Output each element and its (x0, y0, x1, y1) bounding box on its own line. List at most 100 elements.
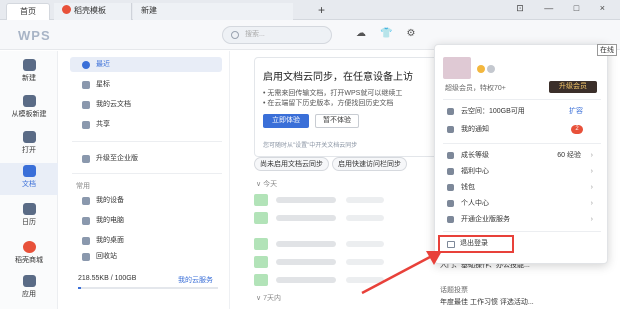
level-badge-icon (487, 65, 495, 73)
chevron-right-icon: › (590, 152, 593, 159)
sidebar-label: 新建 (22, 75, 36, 82)
file-icon (254, 238, 268, 250)
card-line-1: • 无需来回传输文档，打开WPS就可以继续工 (263, 90, 403, 97)
popup-item-label: 个人中心 (461, 200, 489, 207)
nav-item-cloud-docs[interactable]: 我的云文档 (70, 97, 222, 112)
sidebar-item-documents[interactable]: 文档 (0, 163, 58, 195)
storage-bar-fill (78, 287, 81, 289)
chip-sync-disabled[interactable]: 尚未启用文档云同步 (254, 157, 329, 171)
account-popup: 超级会员，特权70+ 升级会员 云空间：100GB可用 扩容 我的通知 2 成长等级… (434, 44, 608, 264)
sidebar-item-store[interactable]: 稻壳商城 (0, 241, 58, 271)
chevron-right-icon: › (590, 200, 593, 207)
store-icon (22, 241, 36, 253)
popup-item-enterprise[interactable]: 开通企业版服务 › (447, 213, 597, 226)
file-icon (254, 212, 268, 224)
folder-icon (22, 131, 36, 143)
sidebar-item-open[interactable]: 打开 (0, 131, 58, 161)
tab-home[interactable]: 首页 (6, 3, 50, 20)
nav-item-desktop[interactable]: 我的桌面 (70, 233, 222, 248)
upgrade-member-button[interactable]: 升级会员 (549, 81, 597, 93)
group-today-label: 今天 (263, 181, 278, 188)
file-meta (346, 215, 384, 221)
sidebar-item-apps[interactable]: 应用 (0, 275, 58, 305)
sync-settings-hint[interactable]: 您可随时从"设置"中开关文档云同步 (263, 140, 357, 149)
cloud-service-link[interactable]: 我的云服务 (178, 275, 213, 285)
nav-item-devices[interactable]: 我的设备 (70, 193, 222, 208)
add-tab-button[interactable]: + (318, 3, 325, 17)
sidebar-label: 应用 (22, 291, 36, 298)
popup-divider (443, 143, 601, 144)
popup-item-wallet[interactable]: 钱包 › (447, 181, 597, 194)
right-col-topic-label: 话题投票 (440, 287, 468, 294)
tab-template-label: 稻壳模板 (74, 6, 106, 15)
file-name (276, 241, 336, 247)
enable-sync-button[interactable]: 立即体验 (263, 114, 309, 128)
template-icon (22, 95, 36, 107)
expand-link[interactable]: 扩容 (569, 105, 583, 118)
search-input[interactable]: 搜索... (222, 26, 332, 44)
toolbar-icons[interactable]: ☁👕⚙ (356, 28, 429, 39)
member-privilege-text[interactable]: 超级会员，特权70+ (445, 83, 506, 93)
calendar-icon (22, 203, 36, 215)
file-name (276, 259, 336, 265)
plus-icon (22, 59, 36, 71)
sidebar-label: 从模板新建 (11, 111, 47, 118)
nav-item-computer[interactable]: 我的电脑 (70, 213, 222, 228)
file-name (276, 197, 336, 203)
right-col-line-2[interactable]: 年度最佳 工作习惯 评选活动... (440, 297, 616, 307)
group-today[interactable]: ∨ 今天 (256, 179, 277, 189)
shirt-icon[interactable]: 👕 (380, 28, 406, 39)
file-meta (346, 197, 384, 203)
nav-item-shared[interactable]: 共享 (70, 117, 222, 132)
avatar[interactable] (443, 57, 471, 79)
chevron-right-icon: › (590, 216, 593, 223)
tab-new[interactable]: 新建 (133, 3, 293, 20)
popup-divider (443, 231, 601, 232)
nav-item-starred[interactable]: 星标 (70, 77, 222, 92)
popup-item-label: 云空间：100GB可用 (461, 108, 525, 115)
file-icon (254, 194, 268, 206)
logout-label: 退出登录 (460, 240, 488, 247)
nav-item-recycle[interactable]: 回收站 (70, 249, 222, 264)
group-week[interactable]: ∨ 7天内 (256, 293, 281, 303)
user-icon (447, 200, 454, 207)
popup-item-benefits[interactable]: 福利中心 › (447, 165, 597, 178)
popup-divider (443, 99, 601, 100)
nav-label: 升级至企业版 (96, 155, 138, 162)
sync-chips: 尚未启用文档云同步 启用快速访问栏同步 (254, 157, 410, 171)
sidebar-item-new[interactable]: 新建 (0, 59, 58, 89)
clock-icon (82, 61, 90, 69)
popup-item-cloud-space[interactable]: 云空间：100GB可用 扩容 (447, 105, 597, 118)
chip-quick-access[interactable]: 启用快速访问栏同步 (332, 157, 407, 171)
popup-item-notifications[interactable]: 我的通知 2 (447, 123, 597, 136)
window-controls[interactable]: ⊡ — □ × (516, 3, 614, 14)
popup-item-label: 钱包 (461, 184, 475, 191)
sidebar-label: 文档 (22, 181, 36, 188)
popup-item-label: 福利中心 (461, 168, 489, 175)
file-row[interactable] (254, 193, 434, 207)
sidebar-item-calendar[interactable]: 日历 (0, 203, 58, 233)
storage-usage: 218.55KB / 100GB (78, 275, 137, 282)
file-name (276, 277, 336, 283)
nav-label: 共享 (96, 121, 110, 128)
popup-item-growth-level[interactable]: 成长等级 60 经验 › (447, 149, 597, 162)
popup-item-personal-center[interactable]: 个人中心 › (447, 197, 597, 210)
wallet-icon (447, 184, 454, 191)
skip-sync-button[interactable]: 暂不体验 (315, 114, 359, 128)
chevron-right-icon: › (590, 184, 593, 191)
sidebar-item-from-template[interactable]: 从模板新建 (0, 95, 58, 125)
group-week-label: 7天内 (263, 295, 281, 302)
nav-item-enterprise[interactable]: 升级至企业版 (70, 151, 222, 166)
search-icon (231, 31, 239, 39)
left-sidebar: 新建 从模板新建 打开 文档 日历 稻壳商城 应用 (0, 51, 58, 309)
computer-icon (82, 217, 90, 225)
cloud-sync-icon[interactable]: ☁ (356, 28, 380, 39)
nav-item-recent[interactable]: 最近 (70, 57, 222, 72)
file-row[interactable] (254, 211, 434, 225)
storage-bar (78, 287, 218, 289)
settings-icon[interactable]: ⚙ (406, 28, 429, 39)
tab-template[interactable]: 稻壳模板 (54, 3, 132, 20)
trash-icon (82, 253, 90, 261)
sidebar-label: 稻壳商城 (15, 257, 43, 264)
sidebar-label: 日历 (22, 219, 36, 226)
